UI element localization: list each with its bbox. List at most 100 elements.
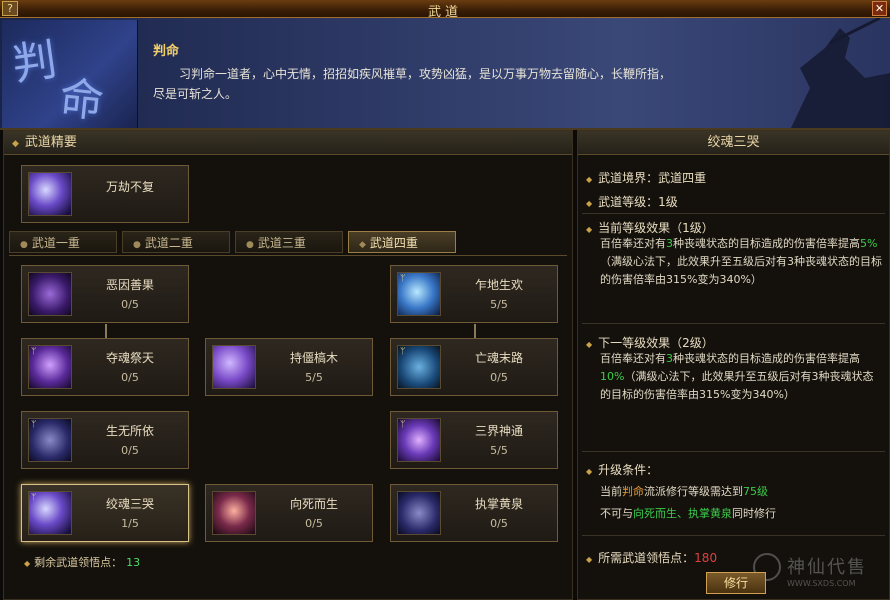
divider (582, 213, 885, 214)
tab-label: 武道一重 (31, 236, 80, 250)
diamond-icon: ◆ (586, 199, 593, 208)
violet-spirit-icon (212, 345, 256, 389)
tab-tier-4[interactable]: ◆ 武道四重 (348, 231, 456, 253)
skill-level: 5/5 (305, 371, 323, 384)
skill-level: 0/5 (490, 371, 508, 384)
remaining-points: ◆ 剩余武道领悟点： 13 (24, 554, 140, 570)
skill-name: 生无所依 (105, 424, 154, 438)
indigo-spirit-icon (397, 491, 441, 535)
diamond-icon: ◆ (359, 240, 366, 250)
current-effect-title: ◆ 当前等级效果（1级） (586, 219, 714, 236)
warrior-silhouette-icon (790, 18, 890, 128)
core-skill-name: 万劫不复 (105, 180, 154, 194)
close-button[interactable]: ✕ (872, 1, 887, 16)
requirement-level: 当前判命流派修行等级需达到75级 (600, 483, 882, 501)
learned-mark-icon: ᛘ (31, 493, 37, 503)
skill-card[interactable]: ᛘ 亡魂末路 0/5 (390, 338, 558, 396)
effect-text: 百倍奉还对有 (600, 237, 666, 250)
skill-card[interactable]: 持僵槁木 5/5 (205, 338, 373, 396)
learned-mark-icon: ᛘ (400, 420, 406, 430)
skill-card[interactable]: 执掌黄泉 0/5 (390, 484, 558, 542)
skill-card[interactable]: ᛘ 三界神通 5/5 (390, 411, 558, 469)
realm-label: 武道境界：武道四重 (598, 171, 707, 185)
section-title-essentials: ◆ 武道精要 (4, 131, 572, 155)
effect-text: 种丧魂状态的目标造成的伤害倍率提高 (673, 237, 860, 250)
skill-name: 持僵槁木 (289, 351, 338, 365)
red-spirit-icon (212, 491, 256, 535)
right-panel: 绞魂三哭 ◆ 武道境界：武道四重 ◆ 武道等级：1级 ◆ 当前等级效果（1级） 百倍奉… (577, 130, 890, 600)
effect-number: 3 (666, 352, 673, 365)
lavender-spirit-icon: ᛘ (28, 418, 72, 462)
current-effect-title-text: 当前等级效果（1级） (598, 221, 714, 235)
tree-connector (474, 324, 476, 338)
tab-label: 武道二重 (144, 236, 193, 250)
tab-label: 武道四重 (369, 236, 418, 250)
section-title-text: 武道精要 (24, 135, 77, 150)
dark-spirit-icon (28, 272, 72, 316)
skill-name: 绞魂三哭 (105, 497, 154, 511)
skill-level: 0/5 (121, 371, 139, 384)
req-level: 75级 (743, 485, 768, 498)
skill-card[interactable]: ᛘ 夺魂祭天 0/5 (21, 338, 189, 396)
current-effect-text: 百倍奉还对有3种丧魂状态的目标造成的伤害倍率提高5% （满级心法下，此效果升至五级… (600, 235, 882, 289)
cyan-spirit-icon: ᛘ (397, 345, 441, 389)
diamond-icon: ◆ (24, 559, 31, 568)
skill-level: 5/5 (490, 298, 508, 311)
window-titlebar: ? 武道 ✕ (0, 0, 890, 20)
emblem-glyph-2: 命 (56, 72, 107, 129)
skill-name: 亡魂末路 (474, 351, 523, 365)
violet-swirl-icon: ᛘ (28, 491, 72, 535)
diamond-icon: ◆ (586, 225, 593, 234)
effect-text: 百倍奉还对有 (600, 352, 666, 365)
diamond-icon: ◆ (586, 340, 593, 349)
left-panel: ◆ 武道精要 万劫不复 ● 武道一重 ● 武道二重 ● 武道三重 ◆ 武道四重 恶因善果 … (3, 130, 573, 600)
school-name: 判命 (153, 44, 180, 59)
skill-level: 0/5 (121, 298, 139, 311)
req-text: 当前 (600, 485, 622, 498)
tab-tier-2[interactable]: ● 武道二重 (122, 231, 230, 253)
skill-card[interactable]: ᛘ 生无所依 0/5 (21, 411, 189, 469)
skill-card-selected[interactable]: ᛘ 绞魂三哭 1/5 (21, 484, 189, 542)
tab-tier-3[interactable]: ● 武道三重 (235, 231, 343, 253)
tree-connector (105, 324, 107, 338)
tab-tier-1[interactable]: ● 武道一重 (9, 231, 117, 253)
core-skill-card[interactable]: 万劫不复 (21, 165, 189, 223)
practice-button[interactable]: 修行 (706, 572, 766, 594)
diamond-icon: ◆ (12, 139, 19, 149)
learned-mark-icon: ᛘ (400, 274, 406, 284)
realm-row: ◆ 武道境界：武道四重 (586, 169, 706, 186)
req-school: 判命 (622, 485, 644, 498)
skill-card[interactable]: 向死而生 0/5 (205, 484, 373, 542)
skill-name: 恶因善果 (105, 278, 154, 292)
diamond-icon: ◆ (586, 175, 593, 184)
skill-level: 1/5 (121, 517, 139, 530)
school-header: 判 命 判命 习判命一道者，心中无情，招招如疾风摧草，攻势凶猛，是以万事万物去留… (0, 18, 890, 130)
skill-detail-title: 绞魂三哭 (578, 131, 889, 155)
dot-icon: ● (133, 240, 141, 250)
level-label: 武道等级：1级 (598, 195, 678, 209)
watermark-text: 神仙代售 (787, 557, 867, 578)
tab-divider (9, 255, 567, 256)
dot-icon: ● (20, 240, 28, 250)
req-text: 不可与 (600, 507, 633, 520)
req-skills: 向死而生、执掌黄泉 (633, 507, 732, 520)
requirements-title-text: 升级条件： (598, 463, 659, 477)
remaining-points-value: 13 (126, 556, 141, 569)
magenta-spirit-icon: ᛘ (397, 418, 441, 462)
emblem-glyph-1: 判 (9, 34, 60, 91)
required-points-label: 所需武道领悟点： (598, 551, 695, 565)
skill-card[interactable]: 恶因善果 0/5 (21, 265, 189, 323)
req-text: 同时修行 (732, 507, 776, 520)
learned-mark-icon: ᛘ (31, 347, 37, 357)
dot-icon: ● (246, 240, 254, 250)
skill-level: 0/5 (305, 517, 323, 530)
next-effect-title-text: 下一等级效果（2级） (598, 336, 714, 350)
required-points-value: 180 (694, 551, 718, 565)
watermark-logo: 神仙代售 WWW.SXDS.COM (753, 551, 883, 593)
remaining-points-label: 剩余武道领悟点： (34, 556, 123, 569)
purple-spirit-icon: ᛘ (28, 345, 72, 389)
skill-level: 0/5 (121, 444, 139, 457)
watermark-url: WWW.SXDS.COM (787, 579, 856, 588)
school-emblem: 判 命 (2, 20, 138, 128)
skill-card[interactable]: ᛘ 乍地生欢 5/5 (390, 265, 558, 323)
